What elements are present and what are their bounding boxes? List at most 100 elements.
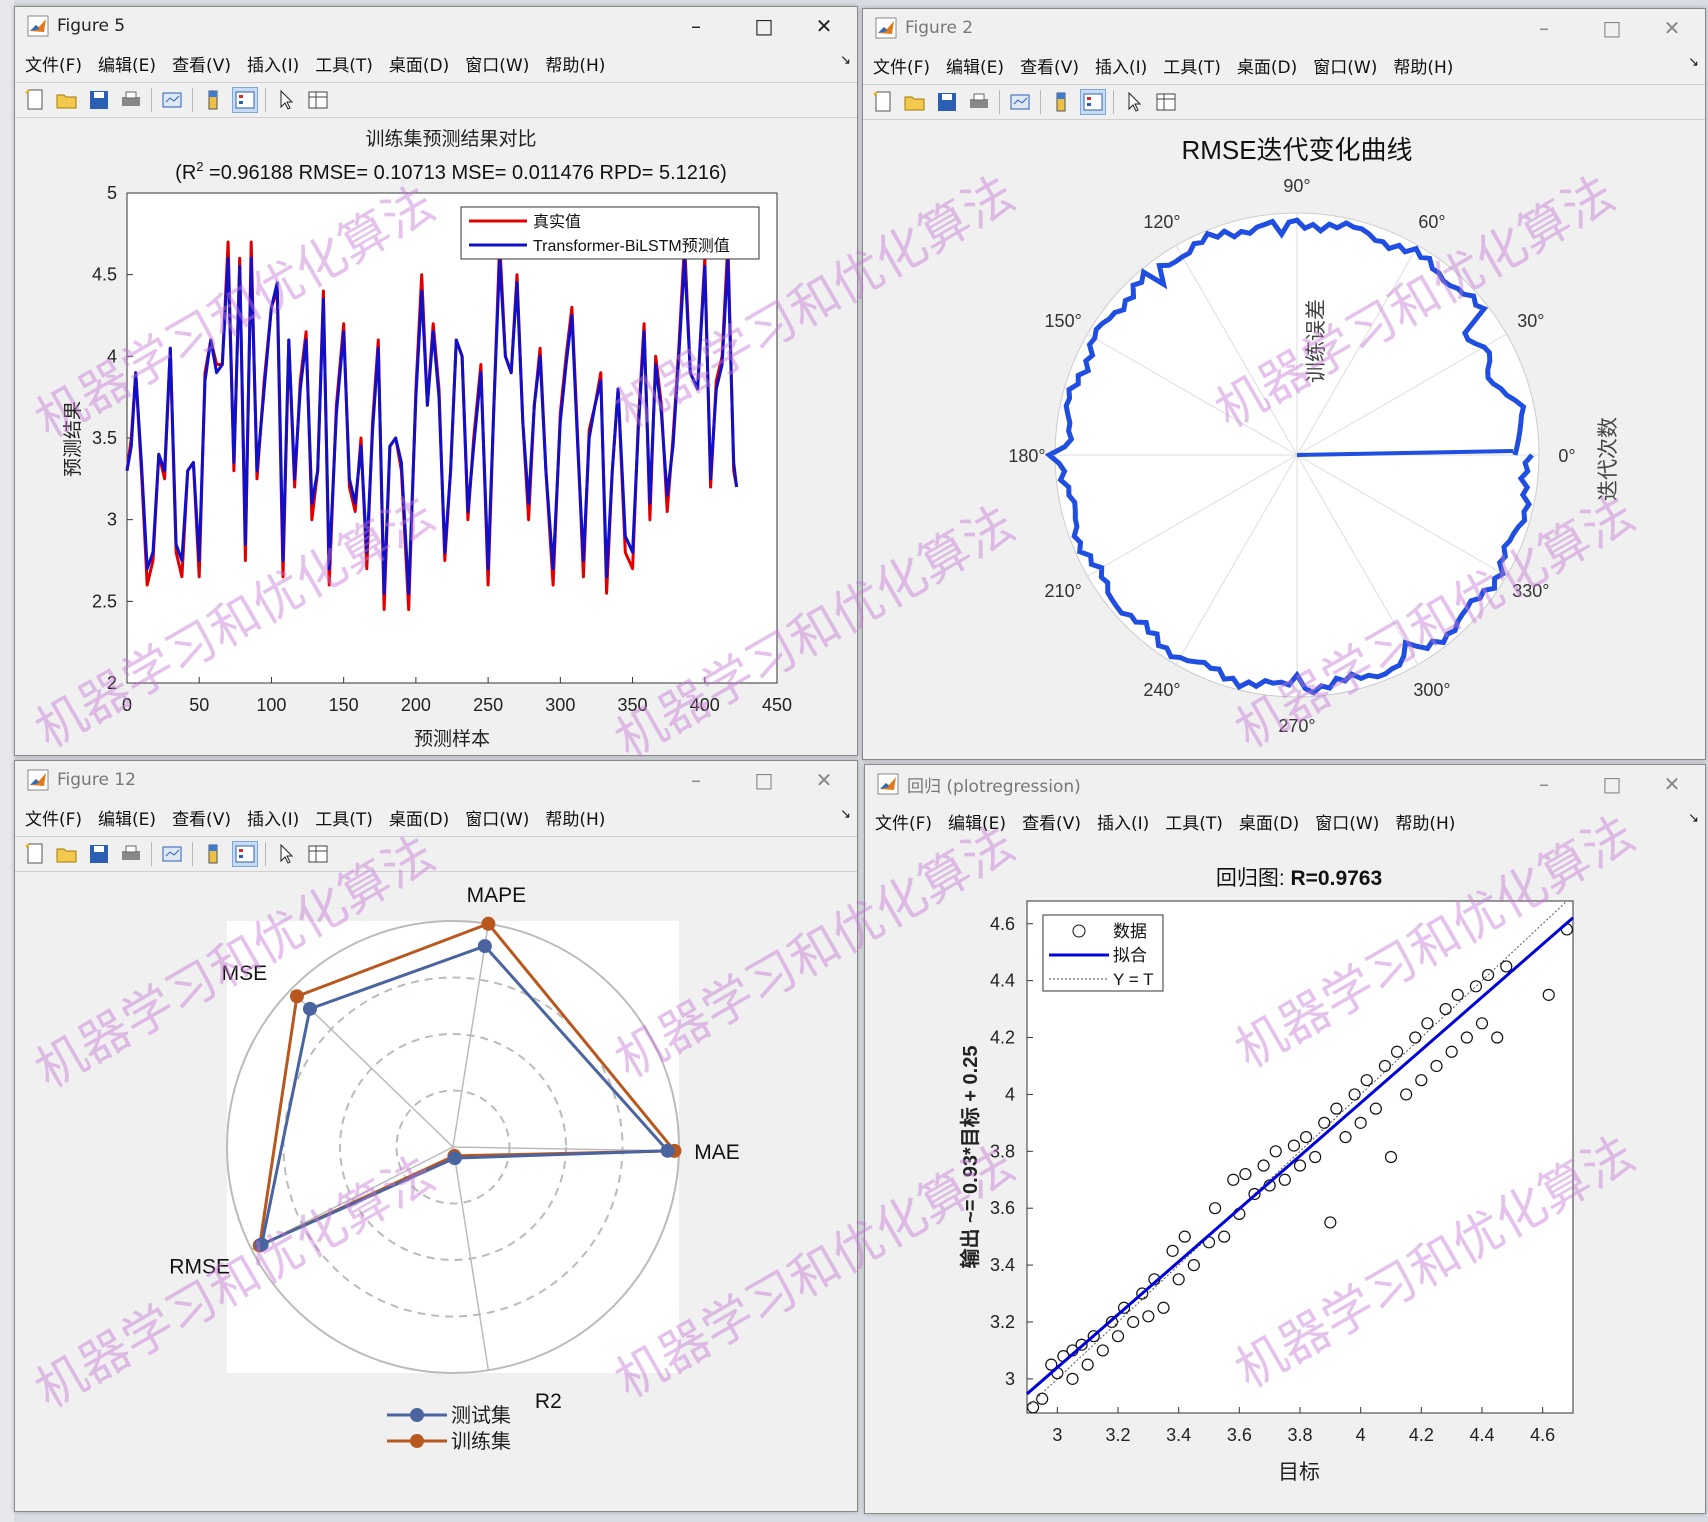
print-icon[interactable]: [119, 842, 143, 866]
menu-tools[interactable]: 工具(T): [315, 51, 373, 76]
window-regression[interactable]: 回归 (plotregression) – □ ✕ 文件(F) 编辑(E) 查看…: [864, 764, 1706, 1514]
link-plot-icon[interactable]: [1008, 90, 1032, 114]
x-tick-label: 250: [473, 695, 503, 715]
menu-desktop[interactable]: 桌面(D): [389, 51, 449, 76]
regression-title: 回归图: R=0.9763: [1216, 867, 1382, 890]
menu-tools[interactable]: 工具(T): [315, 805, 373, 830]
menu-window[interactable]: 窗口(W): [1313, 53, 1377, 78]
save-icon[interactable]: [87, 88, 111, 112]
menu-window[interactable]: 窗口(W): [1315, 809, 1379, 834]
new-file-icon[interactable]: [871, 90, 895, 114]
dock-arrow-icon[interactable]: ↘: [1688, 55, 1699, 70]
close-icon[interactable]: ✕: [1641, 765, 1703, 803]
property-inspector-icon[interactable]: [306, 88, 330, 112]
window-figure2[interactable]: Figure 2 – □ ✕ 文件(F) 编辑(E) 查看(V) 插入(I) 工…: [862, 8, 1706, 760]
menu-window[interactable]: 窗口(W): [465, 51, 529, 76]
menu-file[interactable]: 文件(F): [25, 805, 82, 830]
maximize-icon[interactable]: □: [733, 7, 795, 45]
close-icon[interactable]: ✕: [793, 761, 855, 799]
minimize-icon[interactable]: –: [1513, 9, 1575, 47]
property-inspector-icon[interactable]: [1154, 90, 1178, 114]
new-file-icon[interactable]: [23, 88, 47, 112]
maximize-icon[interactable]: □: [1581, 9, 1643, 47]
menu-insert[interactable]: 插入(I): [247, 805, 299, 830]
open-folder-icon[interactable]: [55, 842, 79, 866]
menu-edit[interactable]: 编辑(E): [948, 809, 1006, 834]
legend-icon[interactable]: [232, 841, 258, 867]
toolbar-separator: [192, 88, 193, 112]
menu-desktop[interactable]: 桌面(D): [389, 805, 449, 830]
minimize-icon[interactable]: –: [665, 761, 727, 799]
property-inspector-icon[interactable]: [306, 842, 330, 866]
menu-tools[interactable]: 工具(T): [1163, 53, 1221, 78]
menu-insert[interactable]: 插入(I): [247, 51, 299, 76]
dock-arrow-icon[interactable]: ↘: [1688, 811, 1699, 826]
menu-desktop[interactable]: 桌面(D): [1237, 53, 1297, 78]
titlebar[interactable]: Figure 12: [15, 761, 857, 799]
angle-tick-label: 240°: [1143, 680, 1180, 700]
save-icon[interactable]: [935, 90, 959, 114]
angle-axis-label: 训练误差: [1305, 299, 1328, 383]
colorbar-icon[interactable]: [201, 88, 225, 112]
print-icon[interactable]: [119, 88, 143, 112]
dock-arrow-icon[interactable]: ↘: [840, 53, 851, 68]
titlebar[interactable]: Figure 2: [863, 9, 1705, 47]
plot-canvas: 回归图: R=0.9763 3 3.2 3.4 3.6 3.8 4 4.2 4.4 4.6 3 3.…: [865, 843, 1705, 1513]
menu-view[interactable]: 查看(V): [1020, 53, 1079, 78]
close-icon[interactable]: ✕: [1641, 9, 1703, 47]
pointer-icon[interactable]: [274, 842, 298, 866]
menu-edit[interactable]: 编辑(E): [98, 51, 156, 76]
menu-desktop[interactable]: 桌面(D): [1239, 809, 1299, 834]
menu-edit[interactable]: 编辑(E): [98, 805, 156, 830]
menu-view[interactable]: 查看(V): [172, 805, 231, 830]
legend-icon[interactable]: [1080, 89, 1106, 115]
menu-help[interactable]: 帮助(H): [545, 51, 605, 76]
pointer-icon[interactable]: [1122, 90, 1146, 114]
legend-label-pred: Transformer-BiLSTM预测值: [533, 237, 730, 255]
open-folder-icon[interactable]: [55, 88, 79, 112]
menu-file[interactable]: 文件(F): [25, 51, 82, 76]
link-plot-icon[interactable]: [160, 842, 184, 866]
menu-file[interactable]: 文件(F): [875, 809, 932, 834]
menu-tools[interactable]: 工具(T): [1165, 809, 1223, 834]
pointer-icon[interactable]: [274, 88, 298, 112]
angle-tick-label: 0°: [1558, 446, 1575, 466]
plot-subtitle: (R2 =0.96188 RMSE= 0.10713 MSE= 0.011476…: [175, 159, 727, 184]
menu-edit[interactable]: 编辑(E): [946, 53, 1004, 78]
maximize-icon[interactable]: □: [733, 761, 795, 799]
dock-arrow-icon[interactable]: ↘: [840, 807, 851, 822]
menu-file[interactable]: 文件(F): [873, 53, 930, 78]
legend-marker-test: [410, 1408, 424, 1422]
menu-insert[interactable]: 插入(I): [1097, 809, 1149, 834]
titlebar[interactable]: 回归 (plotregression): [865, 765, 1705, 803]
save-icon[interactable]: [87, 842, 111, 866]
link-plot-icon[interactable]: [160, 88, 184, 112]
minimize-icon[interactable]: –: [665, 7, 727, 45]
menu-view[interactable]: 查看(V): [1022, 809, 1081, 834]
menu-window[interactable]: 窗口(W): [465, 805, 529, 830]
window-figure5[interactable]: Figure 5 – □ ✕ 文件(F) 编辑(E) 查看(V) 插入(I) 工…: [14, 6, 858, 756]
menu-view[interactable]: 查看(V): [172, 51, 231, 76]
x-tick-label: 4.6: [1530, 1425, 1555, 1445]
x-tick-label: 200: [401, 695, 431, 715]
maximize-icon[interactable]: □: [1581, 765, 1643, 803]
open-folder-icon[interactable]: [903, 90, 927, 114]
matlab-logo-icon: [27, 15, 49, 37]
menu-insert[interactable]: 插入(I): [1095, 53, 1147, 78]
new-file-icon[interactable]: [23, 842, 47, 866]
toolbar-separator: [265, 88, 266, 112]
menu-help[interactable]: 帮助(H): [1395, 809, 1455, 834]
titlebar[interactable]: Figure 5: [15, 7, 857, 45]
minimize-icon[interactable]: –: [1513, 765, 1575, 803]
y-tick-label: 5: [107, 183, 117, 203]
menu-help[interactable]: 帮助(H): [1393, 53, 1453, 78]
menu-help[interactable]: 帮助(H): [545, 805, 605, 830]
angle-tick-label: 30°: [1517, 311, 1544, 331]
window-title: Figure 12: [57, 770, 136, 790]
print-icon[interactable]: [967, 90, 991, 114]
colorbar-icon[interactable]: [201, 842, 225, 866]
legend-icon[interactable]: [232, 87, 258, 113]
window-figure12[interactable]: Figure 12 – □ ✕ 文件(F) 编辑(E) 查看(V) 插入(I) …: [14, 760, 858, 1512]
colorbar-icon[interactable]: [1049, 90, 1073, 114]
close-icon[interactable]: ✕: [793, 7, 855, 45]
